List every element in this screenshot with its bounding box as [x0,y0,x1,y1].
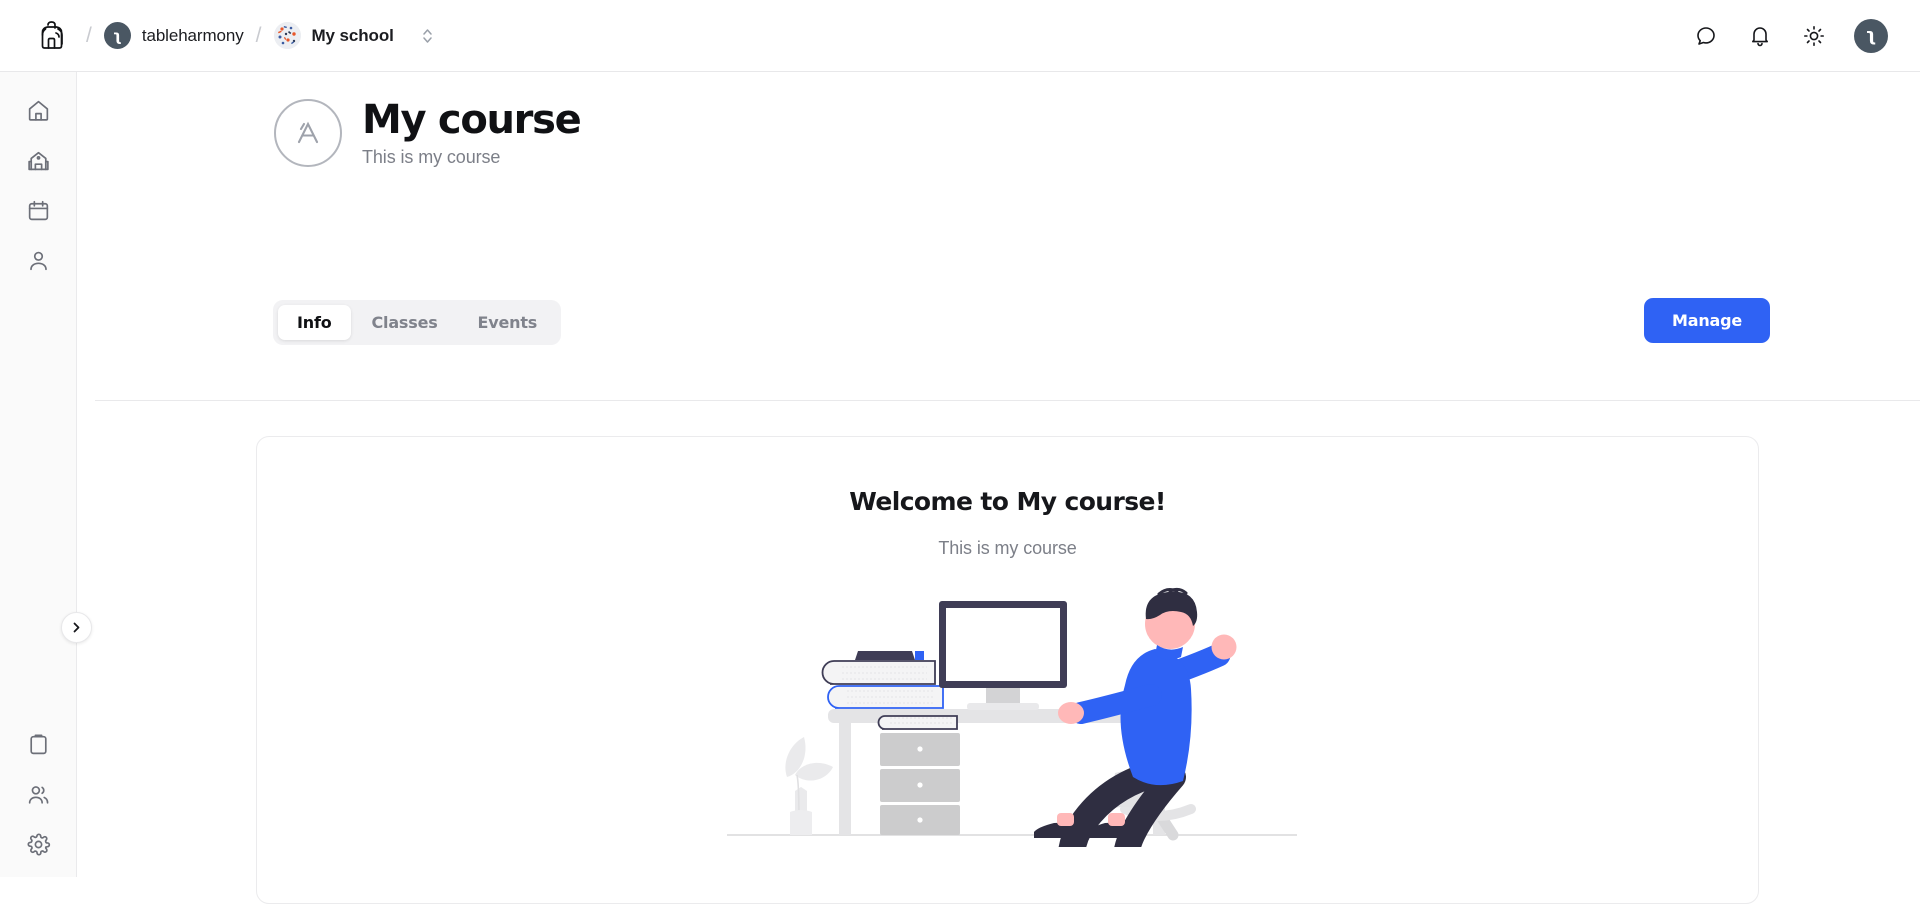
breadcrumb-item-org[interactable]: ʅ tableharmony [103,22,244,49]
page-subtitle: This is my course [362,147,501,167]
breadcrumb-separator-2: / [255,23,262,47]
person-at-desk-with-computer-illustration [727,577,1297,887]
sun-icon[interactable] [1800,22,1828,50]
breadcrumb-separator-1: / [86,23,92,47]
user-avatar[interactable]: ʅ [1854,18,1888,53]
org-avatar: ʅ [103,22,131,49]
appstore-a-icon [274,99,342,167]
sidebar-item-members[interactable] [16,777,60,811]
page-title: My course [362,97,582,143]
sidebar [0,72,77,877]
welcome-card: Welcome to My course! This is my course [256,436,1759,904]
breadcrumb-school-label: My school [311,25,394,45]
main-content: My course This is my course Info Classes… [77,72,1920,904]
manage-button[interactable]: Manage [1644,298,1771,343]
tab-events[interactable]: Events [459,305,557,340]
sidebar-item-profile[interactable] [16,243,60,277]
sidebar-item-home[interactable] [16,93,60,127]
welcome-subtitle: This is my course [938,538,1077,558]
chevron-up-down-icon[interactable] [421,27,434,45]
chat-icon[interactable] [1692,22,1720,50]
school-avatar [273,22,301,49]
sidebar-item-school[interactable] [16,143,60,177]
tab-bar: Info Classes Events [273,300,562,345]
breadcrumb-org-label: tableharmony [141,25,244,45]
sidebar-item-courses[interactable] [16,727,60,761]
backpack-logo-icon[interactable] [30,14,74,58]
tab-classes[interactable]: Classes [353,305,457,340]
sidebar-top-group [0,93,76,277]
bell-icon[interactable] [1746,22,1774,50]
breadcrumb-item-school[interactable]: My school [273,22,434,49]
sidebar-bottom-group [0,727,76,861]
sidebar-item-settings[interactable] [16,827,60,861]
sidebar-expand-toggle[interactable] [61,612,92,643]
course-header: My course This is my course [274,97,582,168]
content-divider [95,400,1920,401]
course-header-text: My course This is my course [362,97,582,168]
topbar-actions: ʅ [1692,18,1888,53]
tab-info[interactable]: Info [278,305,351,340]
top-bar: / ʅ tableharmony / My school ʅ [0,0,1920,72]
welcome-title: Welcome to My course! [849,487,1166,516]
sidebar-item-calendar[interactable] [16,193,60,227]
